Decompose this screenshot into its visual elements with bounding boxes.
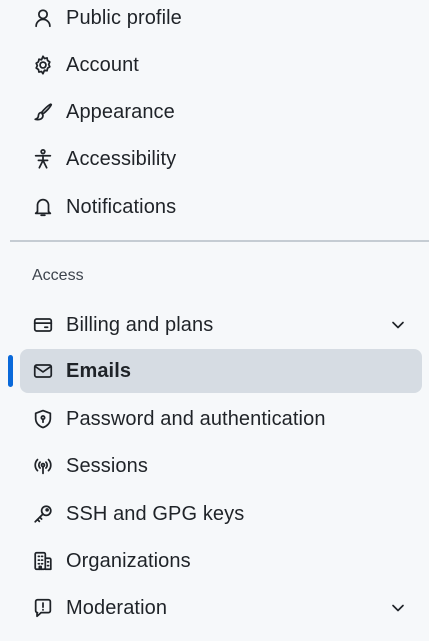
nav-item-label: Account <box>66 53 139 76</box>
nav-item-emails[interactable]: Emails <box>20 349 422 393</box>
nav-item-label: Billing and plans <box>66 313 214 336</box>
bell-icon <box>30 194 56 220</box>
nav-item-sessions[interactable]: Sessions <box>20 444 422 488</box>
accessibility-icon <box>30 146 56 172</box>
shield-lock-icon <box>30 406 56 432</box>
chevron-down-icon[interactable] <box>388 598 408 618</box>
nav-item-label: SSH and GPG keys <box>66 502 245 525</box>
gear-icon <box>30 52 56 78</box>
organization-icon <box>30 548 56 574</box>
nav-item-public-profile[interactable]: Public profile <box>20 0 422 40</box>
person-icon <box>30 5 56 31</box>
chevron-down-icon[interactable] <box>388 315 408 335</box>
nav-item-label: Notifications <box>66 195 177 218</box>
settings-sidebar-nav: Public profile Account Appearance Access… <box>0 0 429 641</box>
paintbrush-icon <box>30 99 56 125</box>
nav-item-label: Organizations <box>66 549 191 572</box>
active-item-marker <box>8 355 13 387</box>
credit-card-icon <box>30 312 56 338</box>
nav-item-label: Appearance <box>66 100 175 123</box>
nav-item-organizations[interactable]: Organizations <box>20 539 422 583</box>
broadcast-icon <box>30 453 56 479</box>
nav-item-label: Password and authentication <box>66 407 326 430</box>
report-icon <box>30 595 56 621</box>
nav-item-password-and-authentication[interactable]: Password and authentication <box>20 397 422 441</box>
nav-item-notifications[interactable]: Notifications <box>20 185 422 229</box>
nav-item-moderation[interactable]: Moderation <box>20 586 422 630</box>
nav-item-ssh-and-gpg-keys[interactable]: SSH and GPG keys <box>20 492 422 536</box>
nav-item-label: Moderation <box>66 596 168 619</box>
nav-item-billing-and-plans[interactable]: Billing and plans <box>20 303 422 347</box>
nav-item-label: Public profile <box>66 6 182 29</box>
access-group-heading: Access <box>32 267 84 284</box>
section-divider <box>10 240 429 242</box>
nav-item-label: Sessions <box>66 454 148 477</box>
nav-item-appearance[interactable]: Appearance <box>20 90 422 134</box>
nav-item-accessibility[interactable]: Accessibility <box>20 137 422 181</box>
key-icon <box>30 501 56 527</box>
nav-item-label: Accessibility <box>66 147 177 170</box>
nav-item-label: Emails <box>66 359 132 382</box>
mail-icon <box>30 358 56 384</box>
nav-item-account[interactable]: Account <box>20 43 422 87</box>
